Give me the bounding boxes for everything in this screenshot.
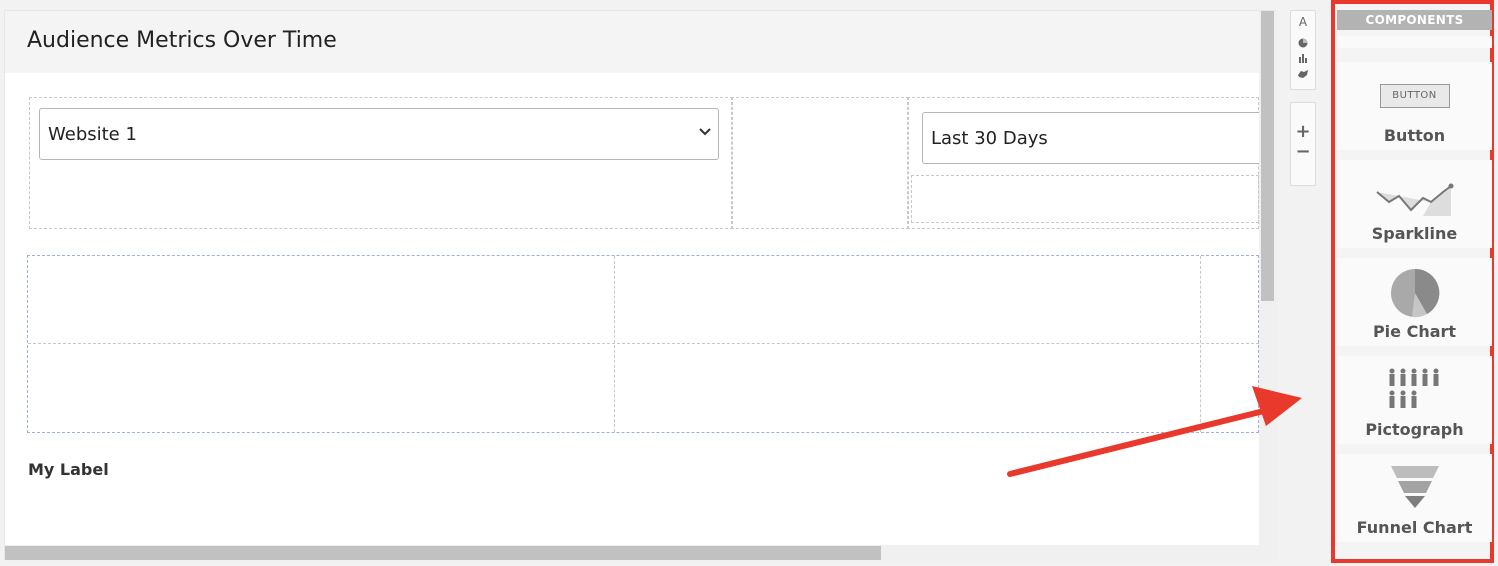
website-select[interactable]: Website 1 bbox=[39, 108, 719, 160]
zoom-in-icon[interactable]: + bbox=[1291, 121, 1315, 142]
grid-divider-v1 bbox=[614, 256, 615, 432]
zoom-out-icon[interactable]: − bbox=[1291, 141, 1315, 162]
component-pictograph-label: Pictograph bbox=[1365, 420, 1464, 439]
layout-cell-spacer[interactable] bbox=[731, 97, 909, 229]
panel-title: Audience Metrics Over Time bbox=[27, 28, 337, 53]
dashboard-canvas: Audience Metrics Over Time Website 1 Las… bbox=[4, 10, 1277, 561]
bar-tool-icon[interactable] bbox=[1298, 53, 1308, 63]
components-panel: COMPONENTS BUTTON Button Sparkline Pie C bbox=[1331, 0, 1494, 563]
component-sparkline-label: Sparkline bbox=[1371, 224, 1458, 243]
text-tool-icon[interactable]: A bbox=[1291, 15, 1315, 29]
panel-header: Audience Metrics Over Time bbox=[5, 11, 1275, 73]
component-pictograph[interactable]: Pictograph bbox=[1337, 356, 1492, 444]
component-funnel-chart[interactable]: Funnel Chart bbox=[1337, 454, 1492, 542]
component-funnel-chart-label: Funnel Chart bbox=[1356, 518, 1473, 537]
component-sparkline[interactable]: Sparkline bbox=[1337, 160, 1492, 248]
sparkline-icon bbox=[1375, 183, 1453, 216]
component-button[interactable]: BUTTON Button bbox=[1337, 62, 1492, 150]
grid-divider-h bbox=[28, 343, 1259, 344]
date-range-select[interactable]: Last 30 Days bbox=[922, 112, 1264, 164]
horizontal-scrollbar-thumb[interactable] bbox=[5, 546, 881, 560]
grid-layout[interactable] bbox=[27, 255, 1259, 433]
pie-chart-icon bbox=[1390, 268, 1439, 318]
pie-tool-icon[interactable] bbox=[1298, 38, 1308, 48]
vertical-scrollbar-thumb[interactable] bbox=[1261, 11, 1274, 301]
date-range-value: Last 30 Days bbox=[931, 128, 1048, 149]
map-tool-icon[interactable] bbox=[1297, 69, 1309, 79]
grid-divider-v2 bbox=[1200, 256, 1201, 432]
my-label-text[interactable]: My Label bbox=[28, 460, 109, 479]
zoom-toolbar: + − bbox=[1290, 102, 1316, 186]
layout-cell-date-sub[interactable] bbox=[911, 175, 1259, 223]
pictograph-icon bbox=[1389, 368, 1438, 408]
component-button-label: Button bbox=[1383, 126, 1446, 145]
components-header: COMPONENTS bbox=[1337, 10, 1492, 30]
component-pie-chart-label: Pie Chart bbox=[1372, 322, 1457, 341]
button-icon: BUTTON bbox=[1379, 84, 1450, 108]
website-select-value: Website 1 bbox=[48, 124, 137, 145]
components-search-strip bbox=[1337, 36, 1492, 48]
funnel-chart-icon bbox=[1390, 466, 1439, 508]
chevron-down-icon bbox=[699, 128, 711, 136]
insert-toolbar: A bbox=[1290, 10, 1316, 90]
component-pie-chart[interactable]: Pie Chart bbox=[1337, 258, 1492, 346]
